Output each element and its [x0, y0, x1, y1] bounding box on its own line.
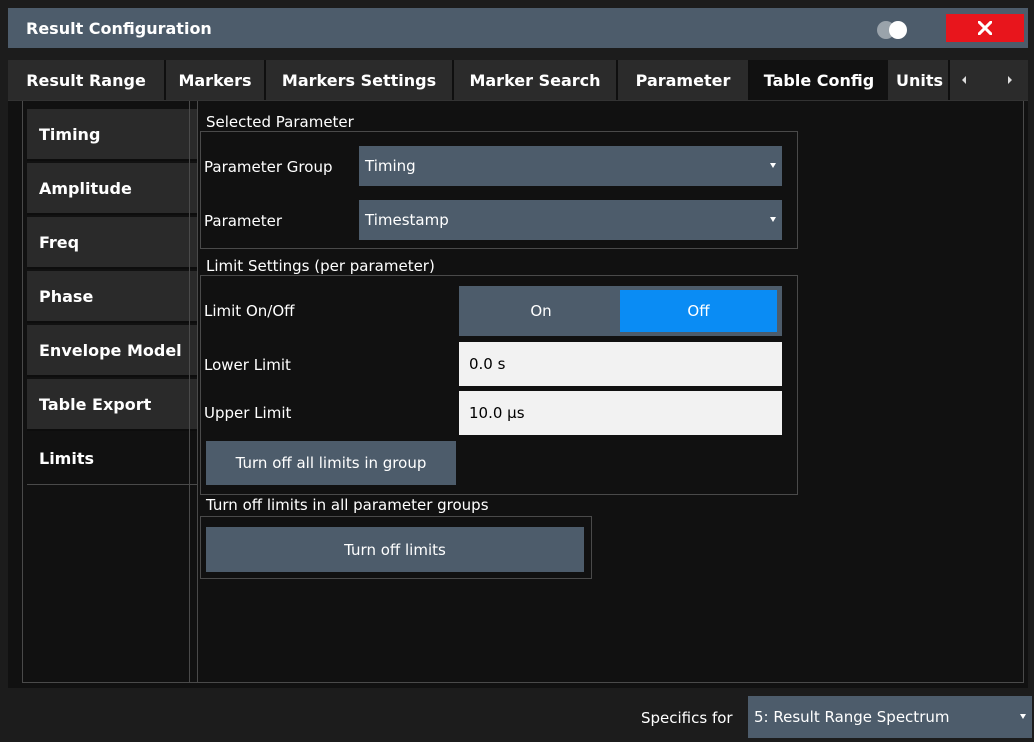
dialog-title: Result Configuration — [26, 19, 212, 38]
tab-units[interactable]: Units — [888, 60, 950, 100]
specifics-value: 5: Result Range Spectrum — [754, 708, 950, 726]
side-tab-timing[interactable]: Timing — [27, 109, 197, 161]
limit-off-button[interactable]: Off — [620, 290, 777, 332]
turn-off-group-limits-button[interactable]: Turn off all limits in group — [206, 441, 456, 485]
side-tab-envelope-model[interactable]: Envelope Model — [27, 325, 197, 377]
lower-limit-input[interactable]: 0.0 s — [459, 342, 782, 386]
chevron-down-icon — [770, 217, 776, 222]
side-tab-freq[interactable]: Freq — [27, 217, 197, 269]
limit-on-button[interactable]: On — [463, 290, 619, 332]
side-tab-phase[interactable]: Phase — [27, 271, 197, 323]
parameter-group-value: Timing — [365, 157, 416, 175]
limits-panel: Selected Parameter Parameter Group Timin… — [189, 101, 1024, 683]
content-area: Timing Amplitude Freq Phase Envelope Mod… — [8, 100, 1028, 688]
tab-markers[interactable]: Markers — [166, 60, 266, 100]
parameter-group-dropdown[interactable]: Timing — [359, 146, 782, 186]
status-bar: Specifics for 5: Result Range Spectrum — [0, 688, 1034, 742]
tab-table-config[interactable]: Table Config — [750, 60, 888, 100]
close-icon — [978, 21, 992, 35]
lower-limit-label: Lower Limit — [204, 356, 291, 374]
parameter-label: Parameter — [204, 212, 283, 230]
limit-onoff-toggle: On Off — [459, 286, 782, 336]
tab-markers-settings[interactable]: Markers Settings — [266, 60, 454, 100]
top-tab-bar: Result Range Markers Markers Settings Ma… — [8, 60, 1028, 100]
title-bar[interactable]: Result Configuration — [8, 8, 1028, 48]
chevron-down-icon — [1020, 714, 1026, 719]
all-groups-heading: Turn off limits in all parameter groups — [206, 496, 489, 514]
upper-limit-label: Upper Limit — [204, 404, 292, 422]
side-tab-list: Timing Amplitude Freq Phase Envelope Mod… — [22, 101, 198, 683]
limit-settings-heading: Limit Settings (per parameter) — [206, 257, 435, 275]
close-button[interactable] — [946, 14, 1024, 42]
side-tab-table-export[interactable]: Table Export — [27, 379, 197, 431]
result-configuration-dialog: Result Configuration Result Range Marker… — [0, 0, 1034, 742]
selected-parameter-heading: Selected Parameter — [206, 113, 354, 131]
transparency-toggle-icon[interactable] — [874, 20, 914, 40]
scroll-right-icon[interactable] — [996, 60, 1024, 100]
side-tab-amplitude[interactable]: Amplitude — [27, 163, 197, 215]
chevron-down-icon — [770, 163, 776, 168]
side-tab-limits[interactable]: Limits — [27, 433, 197, 485]
upper-limit-input[interactable]: 10.0 µs — [459, 391, 782, 435]
tab-result-range[interactable]: Result Range — [8, 60, 166, 100]
parameter-group-label: Parameter Group — [204, 158, 333, 176]
tab-marker-search[interactable]: Marker Search — [454, 60, 618, 100]
specifics-label: Specifics for — [641, 709, 733, 727]
parameter-dropdown[interactable]: Timestamp — [359, 200, 782, 240]
tab-parameter[interactable]: Parameter — [618, 60, 750, 100]
specifics-dropdown[interactable]: 5: Result Range Spectrum — [748, 696, 1032, 738]
limit-onoff-label: Limit On/Off — [204, 302, 295, 320]
parameter-value: Timestamp — [365, 211, 449, 229]
turn-off-all-limits-button[interactable]: Turn off limits — [206, 527, 584, 572]
scroll-left-icon[interactable] — [950, 60, 978, 100]
